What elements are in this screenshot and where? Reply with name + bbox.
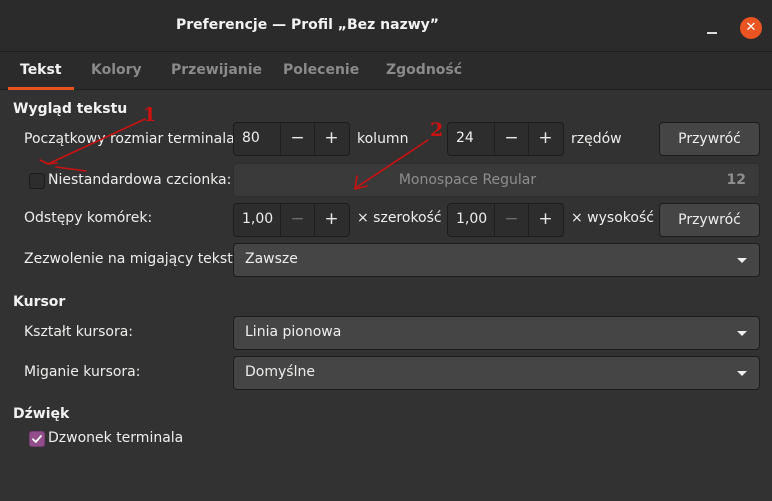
cell-height-value[interactable]: 1,00 <box>456 211 487 227</box>
columns-unit-label: kolumn <box>357 131 409 147</box>
cell-height-spinbutton[interactable]: 1,00 − + <box>447 203 564 237</box>
section-heading-text-appearance: Wygląd tekstu <box>13 101 128 117</box>
tab-text[interactable]: Tekst <box>8 52 73 90</box>
columns-decrement-button[interactable]: − <box>280 123 314 155</box>
terminal-bell-checkbox[interactable] <box>29 431 45 447</box>
blink-text-dropdown[interactable]: Zawsze <box>233 243 760 277</box>
cell-width-value[interactable]: 1,00 <box>242 211 273 227</box>
custom-font-label[interactable]: Niestandardowa czcionka: <box>48 172 231 188</box>
tab-compatibility[interactable]: Zgodność <box>386 52 462 90</box>
cursor-blink-label: Miganie kursora: <box>24 364 141 380</box>
width-unit-label: × szerokość <box>357 210 442 226</box>
tab-scrolling[interactable]: Przewijanie <box>171 52 262 90</box>
title-bar: Preferencje — Profil „Bez nazwy” ✕ <box>0 0 772 52</box>
tab-command[interactable]: Polecenie <box>283 52 359 90</box>
size-reset-button[interactable]: Przywróć <box>659 122 760 156</box>
terminal-bell-label[interactable]: Dzwonek terminala <box>48 430 183 446</box>
tab-colors[interactable]: Kolory <box>91 52 142 90</box>
cursor-shape-value: Linia pionowa <box>245 324 342 340</box>
font-size: 12 <box>726 172 746 188</box>
cursor-blink-value: Domyślne <box>245 364 315 380</box>
section-heading-cursor: Kursor <box>13 294 66 310</box>
custom-font-checkbox[interactable] <box>29 173 45 189</box>
columns-spinbutton[interactable]: 80 − + <box>233 122 350 156</box>
font-chooser-button[interactable]: Monospace Regular 12 <box>233 163 760 197</box>
tab-bar: Tekst Kolory Przewijanie Polecenie Zgodn… <box>0 52 772 90</box>
annotation-marker-2: 2 <box>430 119 443 141</box>
rows-decrement-button[interactable]: − <box>494 123 528 155</box>
dropdown-arrow-icon <box>737 331 747 336</box>
blink-text-value: Zawsze <box>245 251 298 267</box>
cursor-shape-dropdown[interactable]: Linia pionowa <box>233 316 760 350</box>
cell-width-decrement-button[interactable]: − <box>280 204 314 236</box>
initial-size-label: Początkowy rozmiar terminala: <box>24 131 240 147</box>
font-name: Monospace Regular <box>398 172 537 188</box>
cell-width-increment-button[interactable]: + <box>314 204 348 236</box>
cell-spacing-label: Odstępy komórek: <box>24 210 153 226</box>
minimize-icon <box>707 32 717 34</box>
height-unit-label: × wysokość <box>571 210 654 226</box>
columns-increment-button[interactable]: + <box>314 123 348 155</box>
section-heading-sound: Dźwięk <box>13 406 70 422</box>
minimize-button[interactable] <box>700 17 724 41</box>
cell-width-spinbutton[interactable]: 1,00 − + <box>233 203 350 237</box>
cell-height-decrement-button[interactable]: − <box>494 204 528 236</box>
rows-unit-label: rzędów <box>571 131 622 147</box>
checkmark-icon <box>32 435 42 443</box>
cursor-shape-label: Kształt kursora: <box>24 324 134 340</box>
dropdown-arrow-icon <box>737 258 747 263</box>
window-title: Preferencje — Profil „Bez nazwy” <box>176 17 439 33</box>
rows-spinbutton[interactable]: 24 − + <box>447 122 564 156</box>
close-button[interactable]: ✕ <box>740 17 762 39</box>
rows-value[interactable]: 24 <box>456 130 474 146</box>
cursor-blink-dropdown[interactable]: Domyślne <box>233 356 760 390</box>
columns-value[interactable]: 80 <box>242 130 260 146</box>
cell-height-increment-button[interactable]: + <box>528 204 562 236</box>
dropdown-arrow-icon <box>737 371 747 376</box>
close-icon: ✕ <box>745 20 757 35</box>
spacing-reset-button[interactable]: Przywróć <box>659 203 760 237</box>
annotation-marker-1: 1 <box>143 104 156 126</box>
blink-text-label: Zezwolenie na migający tekst: <box>24 251 238 267</box>
rows-increment-button[interactable]: + <box>528 123 562 155</box>
